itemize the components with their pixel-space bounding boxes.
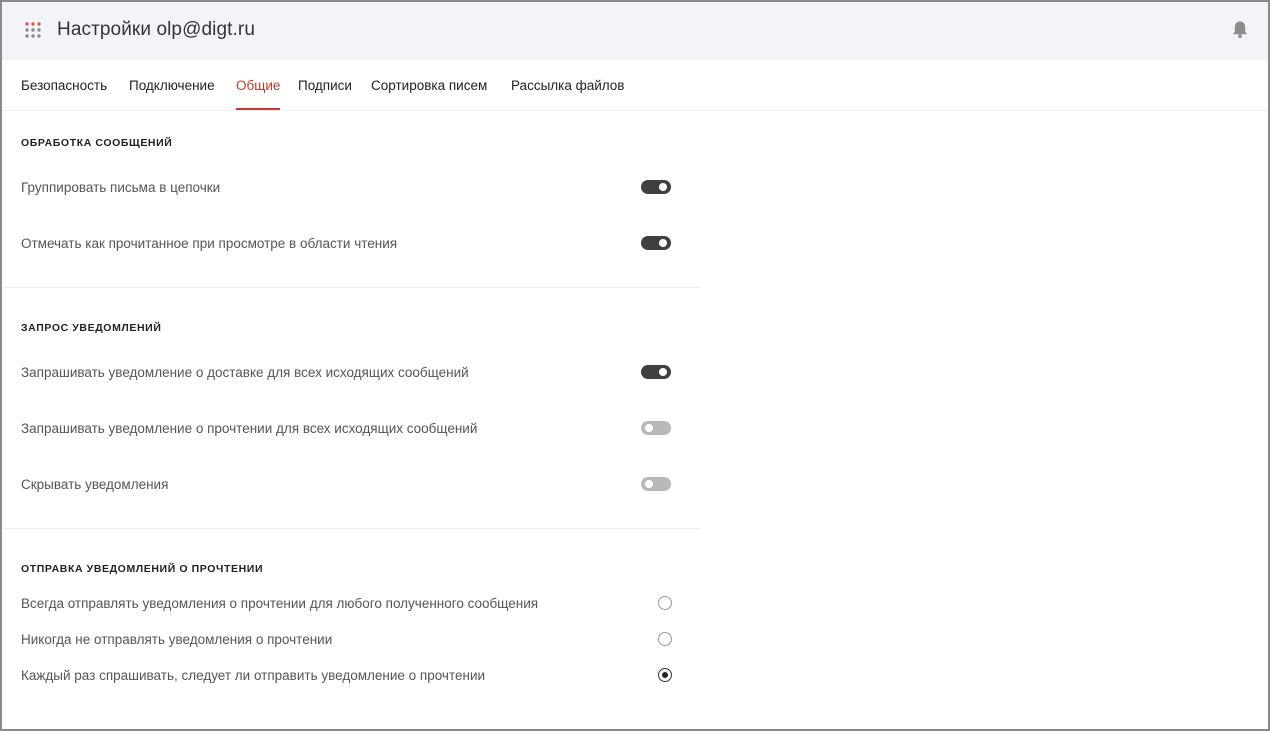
tab-general[interactable]: Общие <box>236 60 281 110</box>
radio-ask-each-time[interactable] <box>658 668 672 682</box>
radio-always-send[interactable] <box>658 596 672 610</box>
section-divider <box>2 287 700 288</box>
setting-label-group-threads: Группировать письма в цепочки <box>21 180 221 195</box>
option-label-always-send: Всегда отправлять уведомления о прочтени… <box>21 596 539 611</box>
section-title-send-read: ОТПРАВКА УВЕДОМЛЕНИЙ О ПРОЧТЕНИИ <box>21 563 264 575</box>
tab-mail-sorting[interactable]: Сортировка писем <box>371 60 487 109</box>
setting-label-read-receipt: Запрашивать уведомление о прочтении для … <box>21 421 478 436</box>
section-title-processing: ОБРАБОТКА СООБЩЕНИЙ <box>21 137 173 149</box>
header: Настройки olp@digt.ru <box>2 2 1268 60</box>
toggle-delivery-receipt[interactable] <box>641 365 671 379</box>
section-title-request: ЗАПРОС УВЕДОМЛЕНИЙ <box>21 322 162 334</box>
toggle-mark-read[interactable] <box>641 236 671 250</box>
tab-connection[interactable]: Подключение <box>129 60 215 109</box>
toggle-knob <box>659 183 667 191</box>
tab-security[interactable]: Безопасность <box>21 60 107 109</box>
setting-label-mark-read: Отмечать как прочитанное при просмотре в… <box>21 236 398 251</box>
toggle-knob <box>645 424 653 432</box>
toggle-hide-notifications[interactable] <box>641 477 671 491</box>
bell-icon[interactable] <box>1231 20 1249 40</box>
setting-label-delivery-receipt: Запрашивать уведомление о доставке для в… <box>21 365 469 380</box>
setting-label-hide-notifications: Скрывать уведомления <box>21 477 169 492</box>
settings-window: Настройки olp@digt.ru Безопасность Подкл… <box>0 0 1270 731</box>
toggle-group-threads[interactable] <box>641 180 671 194</box>
apps-grid-icon[interactable] <box>25 22 41 38</box>
toggle-knob <box>645 480 653 488</box>
radio-never-send[interactable] <box>658 632 672 646</box>
option-label-ask-each-time: Каждый раз спрашивать, следует ли отправ… <box>21 668 486 683</box>
option-label-never-send: Никогда не отправлять уведомления о проч… <box>21 632 333 647</box>
tab-signatures[interactable]: Подписи <box>298 60 352 109</box>
toggle-read-receipt[interactable] <box>641 421 671 435</box>
tab-file-distribution[interactable]: Рассылка файлов <box>511 60 624 109</box>
radio-dot <box>662 672 668 678</box>
toggle-knob <box>659 368 667 376</box>
page-title: Настройки olp@digt.ru <box>57 19 255 40</box>
section-divider <box>2 528 700 529</box>
settings-tabs: Безопасность Подключение Общие Подписи С… <box>2 60 1268 111</box>
toggle-knob <box>659 239 667 247</box>
